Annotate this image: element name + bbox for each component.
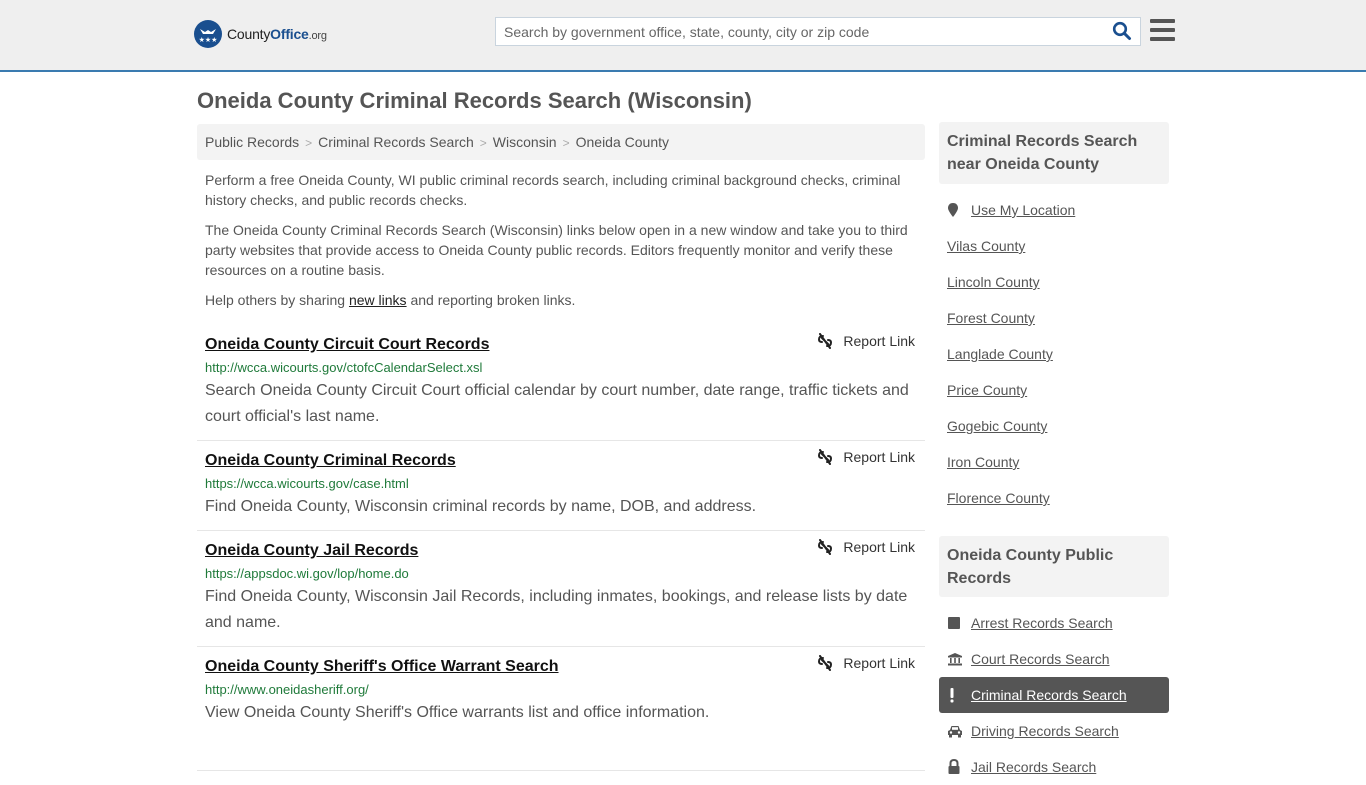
public-records-list: Arrest Records Search Court Records Sear… [939,605,1169,785]
nearby-county-item: Gogebic County [947,408,1169,444]
exclamation-icon [947,687,971,703]
record-description: Search Oneida County Circuit Court offic… [205,382,909,425]
record-title-link[interactable]: Oneida County Criminal Records [205,450,456,472]
record-url[interactable]: https://wcca.wicourts.gov/case.html [205,474,917,494]
county-link-gogebic[interactable]: Gogebic County [947,418,1047,434]
county-link-vilas[interactable]: Vilas County [947,238,1025,254]
site-header: ★★★ CountyOffice.org [0,0,1366,72]
breadcrumb-separator: > [562,136,570,150]
nearby-county-item: Vilas County [947,228,1169,264]
arrest-records-link[interactable]: Arrest Records Search [971,615,1113,631]
broken-link-icon [818,333,833,349]
logo-text: CountyOffice.org [227,26,327,42]
county-link-lincoln[interactable]: Lincoln County [947,274,1040,290]
jail-records-link[interactable]: Jail Records Search [971,759,1096,775]
record-title-link[interactable]: Oneida County Circuit Court Records [205,334,489,356]
record-title-link[interactable]: Oneida County Sheriff's Office Warrant S… [205,656,559,678]
county-link-iron[interactable]: Iron County [947,454,1019,470]
record-list: Oneida County Circuit Court Records Repo… [197,325,925,771]
page-title: Oneida County Criminal Records Search (W… [197,88,752,113]
report-link-button[interactable]: Report Link [817,449,915,465]
public-records-item-jail[interactable]: Jail Records Search [939,749,1169,785]
breadcrumb-criminal-records-search[interactable]: Criminal Records Search [318,134,474,150]
breadcrumb-public-records[interactable]: Public Records [205,134,299,150]
breadcrumb-separator: > [479,136,487,150]
nearby-county-item: Langlade County [947,336,1169,372]
record-item: Oneida County Circuit Court Records Repo… [197,325,925,441]
nearby-county-item: Lincoln County [947,264,1169,300]
court-records-link[interactable]: Court Records Search [971,651,1110,667]
record-url[interactable]: http://wcca.wicourts.gov/ctofcCalendarSe… [205,358,917,378]
public-records-item-arrest[interactable]: Arrest Records Search [939,605,1169,641]
map-pin-icon [947,202,971,218]
nearby-heading: Criminal Records Search near Oneida Coun… [939,122,1169,184]
record-url[interactable]: http://www.oneidasheriff.org/ [205,680,917,700]
report-link-button[interactable]: Report Link [817,655,915,671]
record-description: Find Oneida County, Wisconsin criminal r… [205,498,757,515]
record-item: Oneida County Sheriff's Office Warrant S… [197,647,925,771]
breadcrumb-wisconsin[interactable]: Wisconsin [493,134,557,150]
public-records-item-criminal[interactable]: Criminal Records Search [939,677,1169,713]
site-logo[interactable]: ★★★ CountyOffice.org [194,20,327,48]
report-link-button[interactable]: Report Link [817,539,915,555]
car-icon [947,724,971,738]
use-my-location-link[interactable]: Use My Location [971,202,1075,218]
nearby-county-item: Price County [947,372,1169,408]
courthouse-icon [947,652,971,666]
intro-text: Perform a free Oneida County, WI public … [205,170,920,320]
breadcrumb-oneida-county[interactable]: Oneida County [576,134,669,150]
broken-link-icon [818,655,833,671]
county-link-price[interactable]: Price County [947,382,1027,398]
county-link-forest[interactable]: Forest County [947,310,1035,326]
record-title-link[interactable]: Oneida County Jail Records [205,540,418,562]
breadcrumb: Public Records > Criminal Records Search > W… [197,124,925,160]
intro-paragraph: The Oneida County Criminal Records Searc… [205,222,908,278]
nearby-county-item: Iron County [947,444,1169,480]
driving-records-link[interactable]: Driving Records Search [971,723,1119,739]
nearby-county-list: Use My Location Vilas County Lincoln Cou… [947,192,1169,516]
nearby-county-item: Florence County [947,480,1169,516]
intro-paragraph: Perform a free Oneida County, WI public … [205,172,901,208]
broken-link-icon [818,449,833,465]
record-url[interactable]: https://appsdoc.wi.gov/lop/home.do [205,564,917,584]
use-my-location: Use My Location [947,192,1169,228]
criminal-records-link[interactable]: Criminal Records Search [971,687,1127,703]
nearby-county-item: Forest County [947,300,1169,336]
search-input[interactable] [496,18,1106,45]
hamburger-menu-icon[interactable] [1150,19,1175,41]
search-bar [495,17,1141,46]
lock-icon [947,759,971,775]
record-item: Oneida County Criminal Records Report Li… [197,441,925,531]
eagle-stars-icon: ★★★ [194,20,222,48]
report-link-button[interactable]: Report Link [817,333,915,349]
breadcrumb-separator: > [305,136,313,150]
square-icon [947,616,971,630]
svg-text:★★★: ★★★ [199,36,218,44]
public-records-heading: Oneida County Public Records [939,536,1169,597]
public-records-item-driving[interactable]: Driving Records Search [939,713,1169,749]
broken-link-icon [818,539,833,555]
intro-help-paragraph: Help others by sharing new links and rep… [205,292,576,308]
record-description: View Oneida County Sheriff's Office warr… [205,704,710,721]
county-link-florence[interactable]: Florence County [947,490,1050,506]
record-item: Oneida County Jail Records Report Link h… [197,531,925,647]
county-link-langlade[interactable]: Langlade County [947,346,1053,362]
public-records-item-court[interactable]: Court Records Search [939,641,1169,677]
record-description: Find Oneida County, Wisconsin Jail Recor… [205,588,908,631]
new-links-link[interactable]: new links [349,292,407,308]
search-icon[interactable] [1112,21,1134,43]
